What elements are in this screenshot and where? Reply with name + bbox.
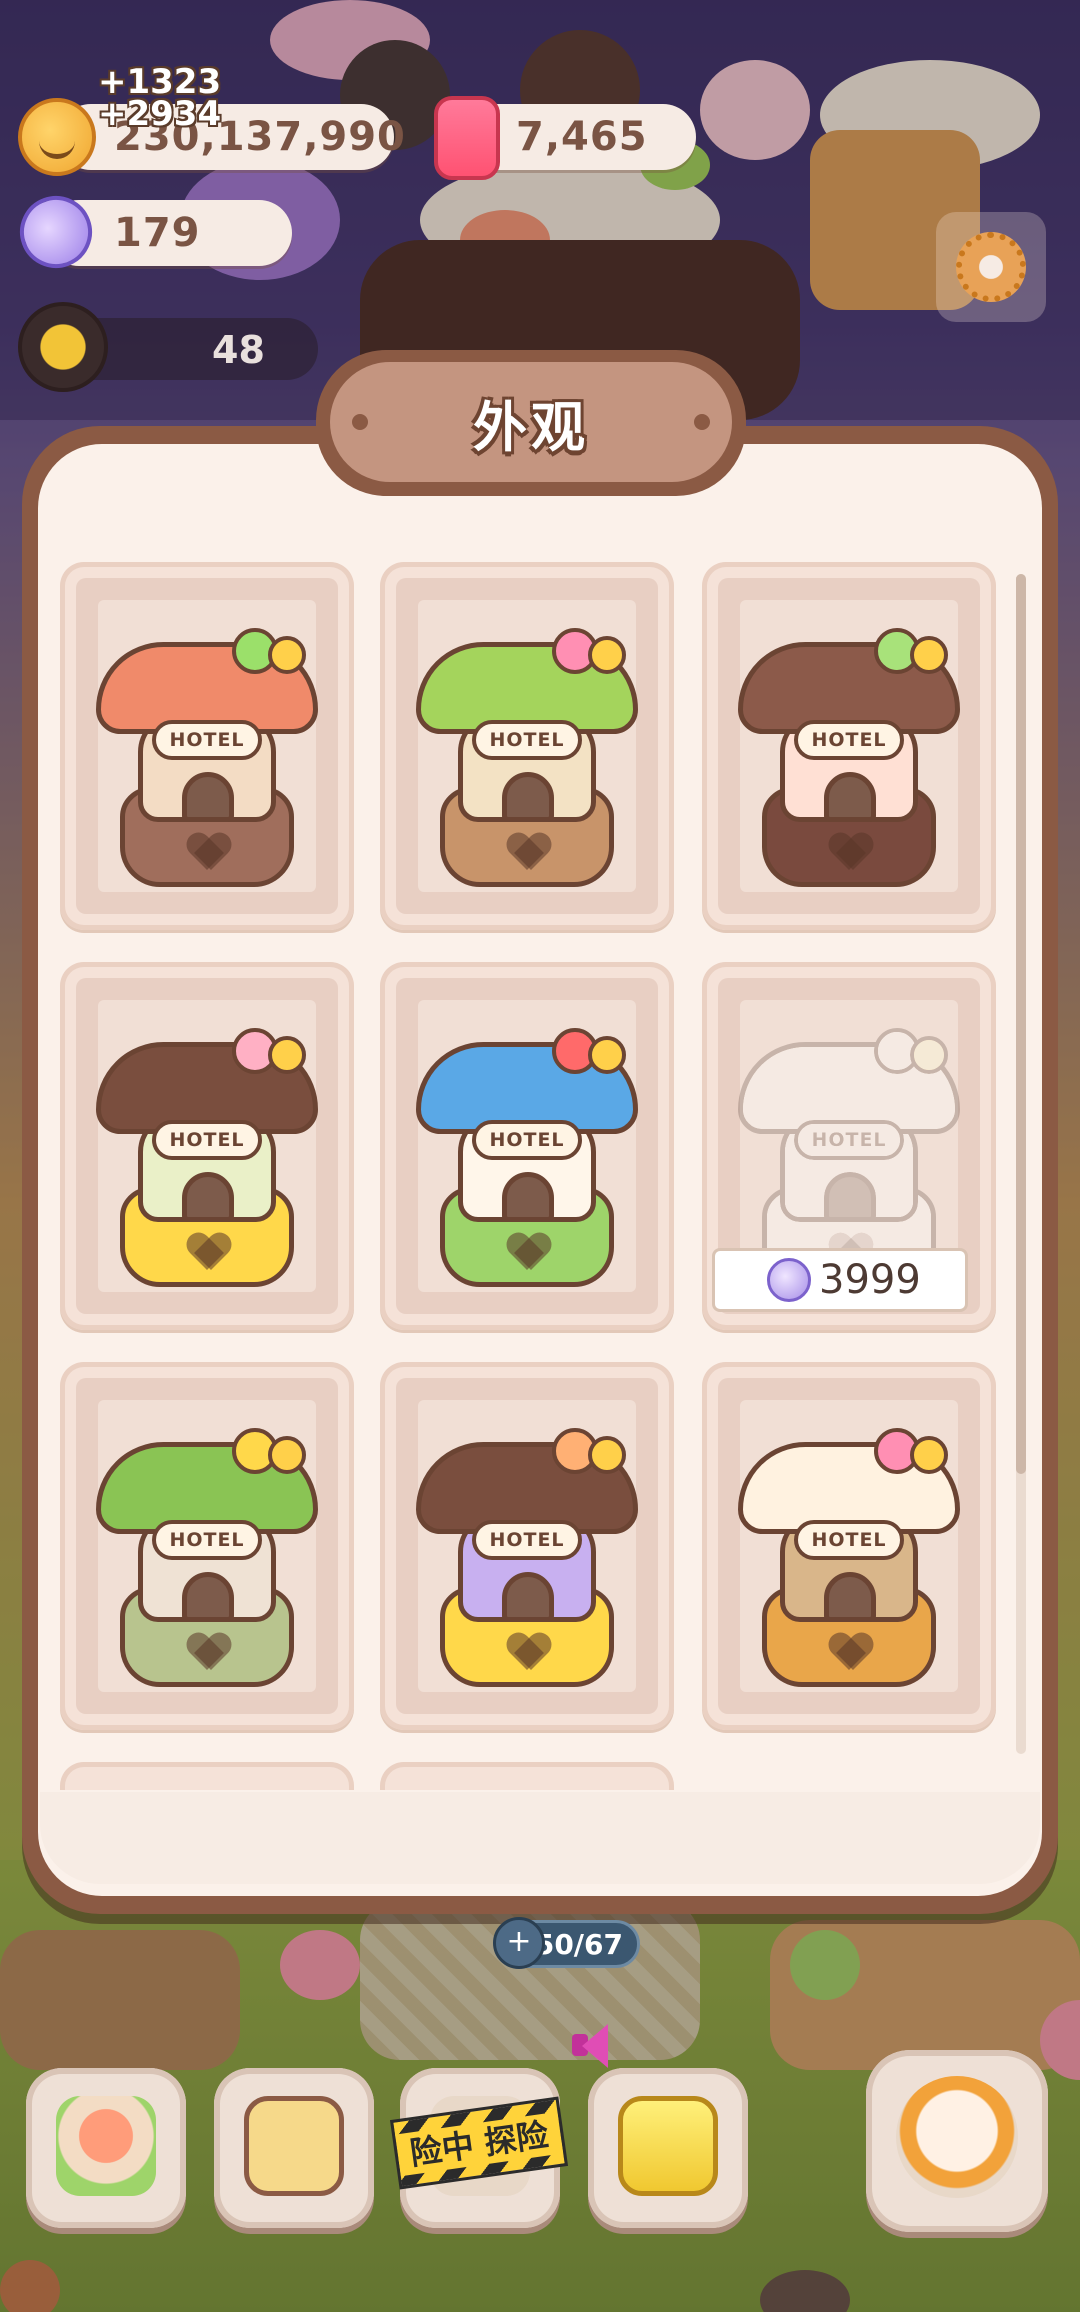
heart-icon: [187, 1634, 231, 1670]
hotel-sign: HOTEL: [472, 1120, 582, 1160]
hotel-sign: HOTEL: [152, 720, 262, 760]
hotel-skin-icon: HOTEL: [82, 602, 332, 902]
hotel-sign: HOTEL: [152, 1520, 262, 1560]
price-value: 3999: [819, 1257, 921, 1303]
heart-icon: [187, 1234, 231, 1270]
level-badge-icon: [18, 302, 108, 392]
flower-icon: [268, 1436, 306, 1474]
hotel-sign: HOTEL: [472, 720, 582, 760]
journal-button[interactable]: [214, 2068, 374, 2228]
energy-value: 50/67: [534, 1927, 623, 1961]
hotel-skin-icon: HOTEL: [724, 602, 974, 902]
candle-icon: [434, 96, 500, 180]
heart-icon: [829, 834, 873, 870]
notebook-icon: [244, 2096, 344, 2196]
price-tag[interactable]: 3999: [712, 1248, 968, 1312]
heart-icon: [507, 834, 551, 870]
energy-counter: + 50/67: [493, 1917, 640, 1969]
hotel-sign: HOTEL: [794, 1520, 904, 1560]
skin-card[interactable]: HOTEL: [380, 1362, 674, 1730]
skin-card[interactable]: HOTEL: [60, 1362, 354, 1730]
scrollbar[interactable]: [1016, 574, 1026, 1754]
megaphone-icon[interactable]: [566, 2022, 622, 2070]
skin-card[interactable]: HOTEL: [60, 562, 354, 930]
flower-icon: [910, 636, 948, 674]
candy-icon: [767, 1258, 811, 1302]
skin-card[interactable]: [380, 1762, 674, 1790]
heart-icon: [829, 1634, 873, 1670]
modal-footer: [40, 1792, 1040, 1884]
flower-icon: [588, 1036, 626, 1074]
hotel-skin-icon: HOTEL: [402, 1002, 652, 1302]
skin-grid[interactable]: HOTEL HOTEL HOTEL HOTEL HOTEL HOTEL 3999 HOTEL H…: [52, 540, 1004, 1790]
house-button[interactable]: [26, 2068, 186, 2228]
hotel-sign: HOTEL: [794, 1120, 904, 1160]
house-icon: [56, 2096, 156, 2196]
skin-card[interactable]: HOTEL: [60, 962, 354, 1330]
skin-card[interactable]: HOTEL: [380, 562, 674, 930]
flower-icon: [910, 1036, 948, 1074]
hotel-sign: HOTEL: [794, 720, 904, 760]
heart-icon: [507, 1634, 551, 1670]
settings-button[interactable]: [936, 212, 1046, 322]
explore-label: 险中 探险: [395, 2111, 564, 2177]
candle-value: 7,465: [516, 114, 648, 160]
candy-value: 179: [114, 210, 201, 256]
coin-icon: [18, 98, 96, 176]
hotel-skin-icon: HOTEL: [82, 1002, 332, 1302]
shop-button[interactable]: [588, 2068, 748, 2228]
scrollbar-thumb[interactable]: [1016, 574, 1026, 1474]
modal-title-tab: 外观: [316, 350, 746, 496]
flower-icon: [588, 636, 626, 674]
hotel-skin-icon: HOTEL: [402, 602, 652, 902]
skin-card[interactable]: HOTEL 3999: [702, 962, 996, 1330]
skin-card[interactable]: HOTEL: [702, 1362, 996, 1730]
gear-icon: [956, 232, 1026, 302]
flower-icon: [268, 636, 306, 674]
shopping-bag-icon: [618, 2096, 718, 2196]
character-icon: [896, 2076, 1018, 2198]
heart-icon: [187, 834, 231, 870]
level-count: 48: [212, 328, 265, 372]
hotel-sign: HOTEL: [152, 1120, 262, 1160]
modal-title: 外观: [473, 395, 589, 459]
skin-card[interactable]: [60, 1762, 354, 1790]
character-button[interactable]: [866, 2050, 1048, 2232]
hotel-sign: HOTEL: [472, 1520, 582, 1560]
hotel-skin-icon: HOTEL: [724, 1402, 974, 1702]
flower-icon: [268, 1036, 306, 1074]
flower-icon: [910, 1436, 948, 1474]
hotel-skin-icon: HOTEL: [82, 1402, 332, 1702]
coin-gain-text: +2934: [98, 94, 222, 134]
lightning-icon: +: [493, 1917, 545, 1969]
flower-icon: [588, 1436, 626, 1474]
heart-icon: [507, 1234, 551, 1270]
hotel-skin-icon: HOTEL: [402, 1402, 652, 1702]
skin-card[interactable]: HOTEL: [702, 562, 996, 930]
skin-card[interactable]: HOTEL: [380, 962, 674, 1330]
